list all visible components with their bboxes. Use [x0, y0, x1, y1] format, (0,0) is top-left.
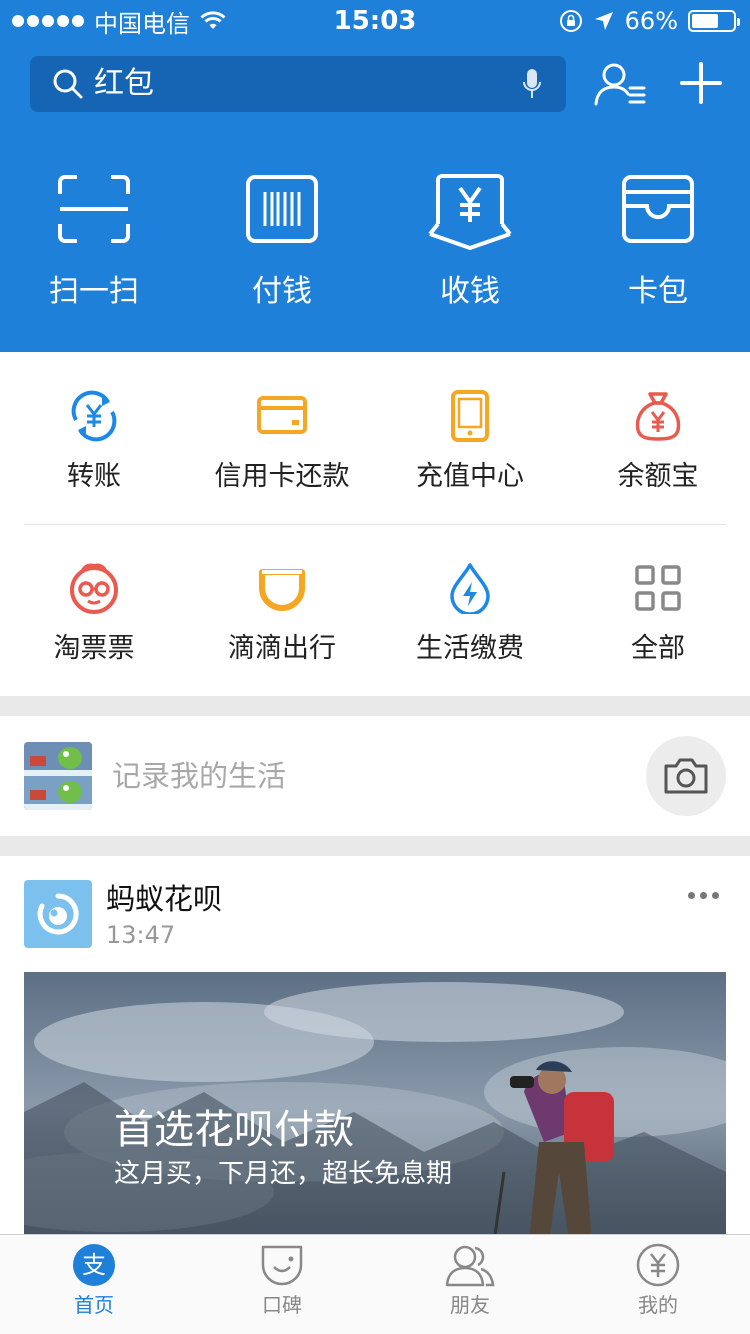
location-arrow-icon	[594, 12, 613, 30]
service-all[interactable]: 全部	[564, 562, 750, 666]
record-placeholder[interactable]: 记录我的生活	[112, 758, 286, 794]
koubei-icon	[261, 1245, 303, 1286]
battery-icon	[688, 10, 740, 32]
contacts-icon[interactable]	[592, 60, 648, 110]
plus-icon[interactable]	[676, 58, 726, 108]
friends-icon	[445, 1245, 495, 1287]
avatar[interactable]	[24, 742, 92, 810]
didi-icon	[259, 569, 305, 611]
promo-banner[interactable]: 首选花呗付款 这月买，下月还，超长免息期	[24, 972, 726, 1236]
more-icon[interactable]	[688, 892, 719, 899]
transfer-icon	[71, 390, 117, 442]
taopiaopiao-icon	[70, 563, 118, 614]
service-didi[interactable]: 滴滴出行	[188, 562, 376, 666]
card-time: 13:47	[106, 921, 176, 949]
grid-divider	[24, 524, 726, 525]
tab-label: 口碑	[262, 1293, 302, 1317]
battery-percent: 66%	[624, 7, 678, 35]
scan-icon	[58, 175, 130, 243]
status-bar: 中国电信 15:03 66%	[0, 0, 750, 40]
service-taopiaopiao[interactable]: 淘票票	[0, 562, 188, 666]
service-yuebao[interactable]: 余额宝	[564, 390, 750, 494]
tab-home[interactable]: 支 首页	[0, 1243, 188, 1317]
service-label: 淘票票	[53, 633, 135, 664]
service-label: 生活缴费	[416, 633, 524, 664]
service-label: 余额宝	[617, 461, 699, 492]
service-utilities[interactable]: 生活缴费	[376, 562, 564, 666]
service-label: 滴滴出行	[228, 633, 336, 664]
service-label: 全部	[631, 633, 685, 664]
tab-friends[interactable]: 朋友	[376, 1243, 564, 1317]
banner-subtitle: 这月买，下月还，超长免息期	[114, 1159, 453, 1189]
credit-card-icon	[257, 396, 307, 434]
tab-label: 首页	[74, 1293, 114, 1317]
wallet-icon	[622, 175, 694, 243]
microphone-icon[interactable]	[522, 68, 542, 100]
rotation-lock-icon	[559, 10, 582, 32]
service-credit-card[interactable]: 信用卡还款	[188, 390, 376, 494]
grid-icon	[635, 565, 681, 611]
search-bar[interactable]: 红包	[30, 56, 566, 112]
quick-actions: 扫一扫 付钱 收钱 卡包	[0, 174, 750, 324]
feed-card[interactable]: 蚂蚁花呗 13:47 首选花呗付款 这月买，下月还，超长免息期	[0, 856, 750, 1236]
search-input[interactable]: 红包	[94, 68, 154, 100]
money-bag-icon	[635, 392, 681, 441]
quick-receive-label: 收钱	[440, 274, 500, 309]
search-icon	[53, 69, 83, 99]
tab-label: 我的	[638, 1293, 678, 1317]
banner-title: 首选花呗付款	[114, 1107, 354, 1153]
section-separator	[0, 696, 750, 716]
receive-money-icon	[428, 174, 512, 250]
quick-pay-label: 付钱	[252, 274, 312, 309]
quick-wallet-label: 卡包	[628, 274, 688, 309]
quick-receive[interactable]: 收钱	[376, 174, 564, 312]
service-label: 转账	[67, 461, 121, 492]
quick-pay[interactable]: 付钱	[188, 174, 376, 312]
tab-label: 朋友	[450, 1293, 490, 1317]
camera-icon	[664, 758, 708, 794]
service-label: 信用卡还款	[214, 461, 350, 492]
service-label: 充值中心	[416, 461, 524, 492]
alipay-home-icon: 支	[73, 1244, 115, 1286]
quick-wallet[interactable]: 卡包	[564, 174, 750, 312]
avatar-image	[24, 742, 92, 810]
utility-drop-icon	[450, 563, 490, 614]
banner-image	[24, 972, 726, 1236]
quick-scan-label: 扫一扫	[49, 274, 139, 309]
status-right: 66%	[559, 6, 740, 36]
battery-fill	[692, 14, 719, 28]
record-life-bar[interactable]: 记录我的生活	[0, 716, 750, 836]
phone-icon	[451, 390, 489, 442]
quick-scan[interactable]: 扫一扫	[0, 174, 188, 312]
tab-mine[interactable]: 我的	[564, 1243, 750, 1317]
service-topup[interactable]: 充值中心	[376, 390, 564, 494]
tab-bar: 支 首页 口碑 朋友 我的	[0, 1234, 750, 1334]
service-grid: 转账 信用卡还款 充值中心 余额宝 淘票票 滴滴出行 生活缴费 全部	[0, 352, 750, 696]
barcode-icon	[246, 175, 318, 243]
card-title: 蚂蚁花呗	[106, 882, 223, 916]
huabei-logo-icon	[24, 880, 92, 948]
camera-button[interactable]	[646, 736, 726, 816]
section-separator	[0, 836, 750, 856]
header: 中国电信 15:03 66% 红包 扫一扫 付钱 收钱 卡包	[0, 0, 750, 352]
service-transfer[interactable]: 转账	[0, 390, 188, 494]
svg-text:支: 支	[82, 1251, 106, 1279]
tab-koubei[interactable]: 口碑	[188, 1243, 376, 1317]
my-yuan-icon	[636, 1243, 680, 1287]
